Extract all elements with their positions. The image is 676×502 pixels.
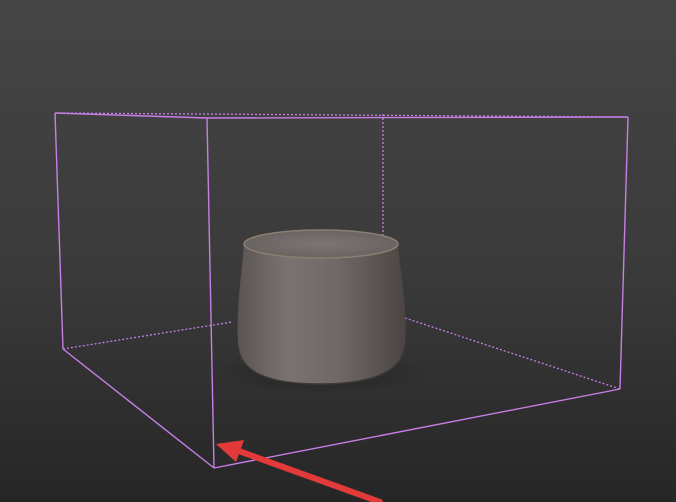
3d-viewport[interactable]: [0, 0, 676, 502]
ottoman-body: [237, 244, 406, 384]
arrow-head-icon: [216, 440, 244, 462]
red-arrow-annotation: [216, 440, 383, 502]
ottoman-top: [243, 229, 399, 259]
ottoman-object[interactable]: [237, 229, 406, 385]
scene: [54, 112, 629, 502]
arrow-shaft: [233, 447, 383, 502]
